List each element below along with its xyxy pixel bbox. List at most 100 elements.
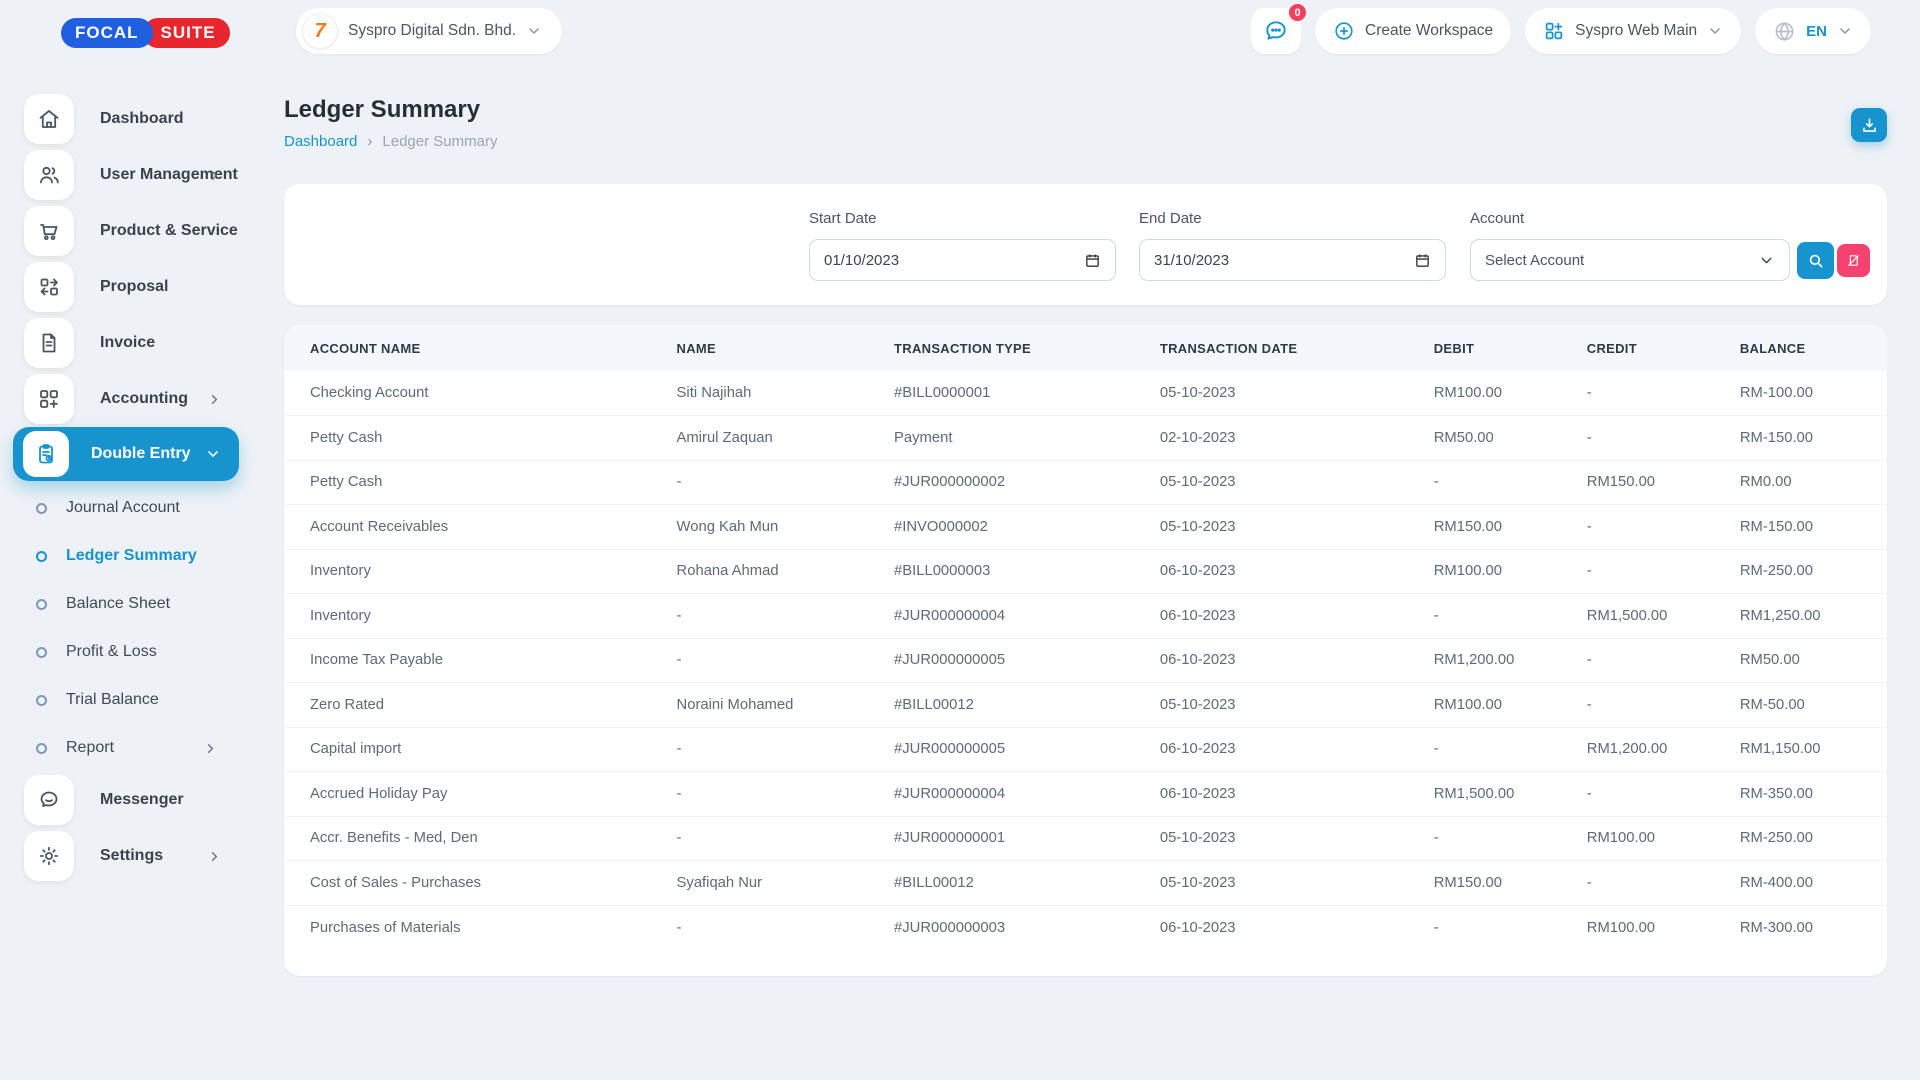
company-selector[interactable]: 7 Syspro Digital Sdn. Bhd. — [296, 8, 562, 54]
cell-account-name: Purchases of Materials — [284, 905, 655, 950]
start-date-input[interactable]: 01/10/2023 — [809, 239, 1116, 281]
end-date-input[interactable]: 31/10/2023 — [1139, 239, 1446, 281]
cell-account-name: Inventory — [284, 549, 655, 594]
cell-account-name: Income Tax Payable — [284, 638, 655, 683]
brand-logo: FOCAL SUITE — [61, 18, 230, 48]
cell-balance: RM-350.00 — [1718, 772, 1887, 817]
table-row[interactable]: Petty Cash Amirul Zaquan Payment 02-10-2… — [284, 416, 1887, 461]
topbar-actions: 0 Create Workspace Syspro Web Main — [1251, 8, 1871, 54]
gear-icon — [24, 831, 74, 881]
sidebar-subitem-label: Profit & Loss — [66, 643, 157, 661]
cell-account-name: Inventory — [284, 594, 655, 639]
cell-account-name: Account Receivables — [284, 505, 655, 550]
table-row[interactable]: Inventory - #JUR000000004 06-10-2023 - R… — [284, 594, 1887, 639]
sidebar-item-product-service[interactable]: Product & Service — [0, 203, 252, 259]
table-row[interactable]: Accrued Holiday Pay - #JUR000000004 06-1… — [284, 772, 1887, 817]
sidebar-item-proposal[interactable]: Proposal — [0, 259, 252, 315]
sidebar-subitem-report[interactable]: Report — [0, 724, 252, 772]
cell-account-name: Accr. Benefits - Med, Den — [284, 816, 655, 861]
sidebar-item-settings[interactable]: Settings — [0, 828, 252, 884]
cell-transaction-type: #JUR000000005 — [872, 638, 1138, 683]
sidebar-subitem-ledger-summary[interactable]: Ledger Summary — [0, 532, 252, 580]
language-selector[interactable]: EN — [1755, 8, 1871, 54]
cell-transaction-type: #BILL0000001 — [872, 371, 1138, 416]
chevron-down-icon — [1837, 23, 1853, 39]
chevron-down-icon — [1758, 252, 1775, 269]
column-header-name: NAME — [655, 325, 872, 371]
table-row[interactable]: Accr. Benefits - Med, Den - #JUR00000000… — [284, 816, 1887, 861]
sidebar-subitem-balance-sheet[interactable]: Balance Sheet — [0, 580, 252, 628]
cell-credit: RM1,500.00 — [1565, 594, 1718, 639]
language-code: EN — [1806, 23, 1827, 40]
cell-balance: RM-50.00 — [1718, 683, 1887, 728]
messages-button[interactable]: 0 — [1251, 8, 1301, 54]
end-date-label: End Date — [1139, 210, 1202, 227]
messenger-icon — [24, 775, 74, 825]
export-download-button[interactable] — [1851, 108, 1887, 142]
cell-debit: RM100.00 — [1412, 371, 1565, 416]
cell-name: - — [655, 460, 872, 505]
globe-icon — [1773, 20, 1796, 43]
cell-credit: RM150.00 — [1565, 460, 1718, 505]
search-button[interactable] — [1797, 242, 1834, 279]
breadcrumb-dashboard-link[interactable]: Dashboard — [284, 133, 357, 150]
table-row[interactable]: Petty Cash - #JUR000000002 05-10-2023 - … — [284, 460, 1887, 505]
account-select[interactable]: Select Account — [1470, 239, 1790, 281]
cell-balance: RM-150.00 — [1718, 416, 1887, 461]
sidebar-item-accounting[interactable]: Accounting — [0, 371, 252, 427]
table-row[interactable]: Account Receivables Wong Kah Mun #INVO00… — [284, 505, 1887, 550]
cell-transaction-date: 05-10-2023 — [1138, 460, 1412, 505]
cell-balance: RM-400.00 — [1718, 861, 1887, 906]
chat-bubble-icon — [1263, 18, 1289, 44]
sidebar-item-invoice[interactable]: Invoice — [0, 315, 252, 371]
start-date-value: 01/10/2023 — [824, 252, 899, 269]
column-header-debit: DEBIT — [1412, 325, 1565, 371]
sidebar-subitem-label: Balance Sheet — [66, 595, 170, 613]
calendar-icon — [1414, 252, 1431, 269]
column-header-balance: BALANCE — [1718, 325, 1887, 371]
bullet-icon — [36, 647, 47, 658]
sidebar-item-double-entry[interactable]: Double Entry — [13, 427, 239, 481]
cell-account-name: Accrued Holiday Pay — [284, 772, 655, 817]
cell-credit: - — [1565, 683, 1718, 728]
ledger-table-body: Checking Account Siti Najihah #BILL00000… — [284, 371, 1887, 950]
column-header-account-name: ACCOUNT NAME — [284, 325, 655, 371]
table-row[interactable]: Checking Account Siti Najihah #BILL00000… — [284, 371, 1887, 416]
cell-transaction-date: 05-10-2023 — [1138, 505, 1412, 550]
cell-debit: - — [1412, 816, 1565, 861]
chevron-down-icon — [526, 23, 542, 39]
sidebar-subitem-trial-balance[interactable]: Trial Balance — [0, 676, 252, 724]
sidebar-item-label: Messenger — [100, 791, 184, 809]
cell-credit: RM100.00 — [1565, 905, 1718, 950]
cart-icon — [24, 206, 74, 256]
cell-debit: RM50.00 — [1412, 416, 1565, 461]
chevron-right-icon — [207, 849, 222, 864]
table-row[interactable]: Zero Rated Noraini Mohamed #BILL00012 05… — [284, 683, 1887, 728]
table-row[interactable]: Income Tax Payable - #JUR000000005 06-10… — [284, 638, 1887, 683]
table-row[interactable]: Inventory Rohana Ahmad #BILL0000003 06-1… — [284, 549, 1887, 594]
cell-name: - — [655, 638, 872, 683]
table-row[interactable]: Purchases of Materials - #JUR000000003 0… — [284, 905, 1887, 950]
sidebar-item-messenger[interactable]: Messenger — [0, 772, 252, 828]
cell-account-name: Petty Cash — [284, 460, 655, 505]
cell-account-name: Zero Rated — [284, 683, 655, 728]
account-select-value: Select Account — [1485, 252, 1584, 269]
cell-account-name: Petty Cash — [284, 416, 655, 461]
workspace-selector[interactable]: Syspro Web Main — [1525, 8, 1741, 54]
sidebar-item-dashboard[interactable]: Dashboard — [0, 91, 252, 147]
cell-transaction-type: #JUR000000001 — [872, 816, 1138, 861]
cell-name: Syafiqah Nur — [655, 861, 872, 906]
table-row[interactable]: Cost of Sales - Purchases Syafiqah Nur #… — [284, 861, 1887, 906]
create-workspace-button[interactable]: Create Workspace — [1315, 8, 1511, 54]
clear-filter-button[interactable] — [1837, 244, 1870, 277]
brand-logo-suite: SUITE — [143, 18, 230, 48]
cell-balance: RM-100.00 — [1718, 371, 1887, 416]
sidebar-item-label: Invoice — [100, 334, 155, 352]
chevron-right-icon — [203, 741, 218, 756]
sidebar-subitem-profit-loss[interactable]: Profit & Loss — [0, 628, 252, 676]
table-row[interactable]: Capital import - #JUR000000005 06-10-202… — [284, 727, 1887, 772]
ledger-table-header: ACCOUNT NAME NAME TRANSACTION TYPE TRANS… — [284, 325, 1887, 371]
sidebar-item-user-management[interactable]: User Management — [0, 147, 252, 203]
cell-transaction-type: #BILL0000003 — [872, 549, 1138, 594]
sidebar-subitem-journal-account[interactable]: Journal Account — [0, 484, 252, 532]
